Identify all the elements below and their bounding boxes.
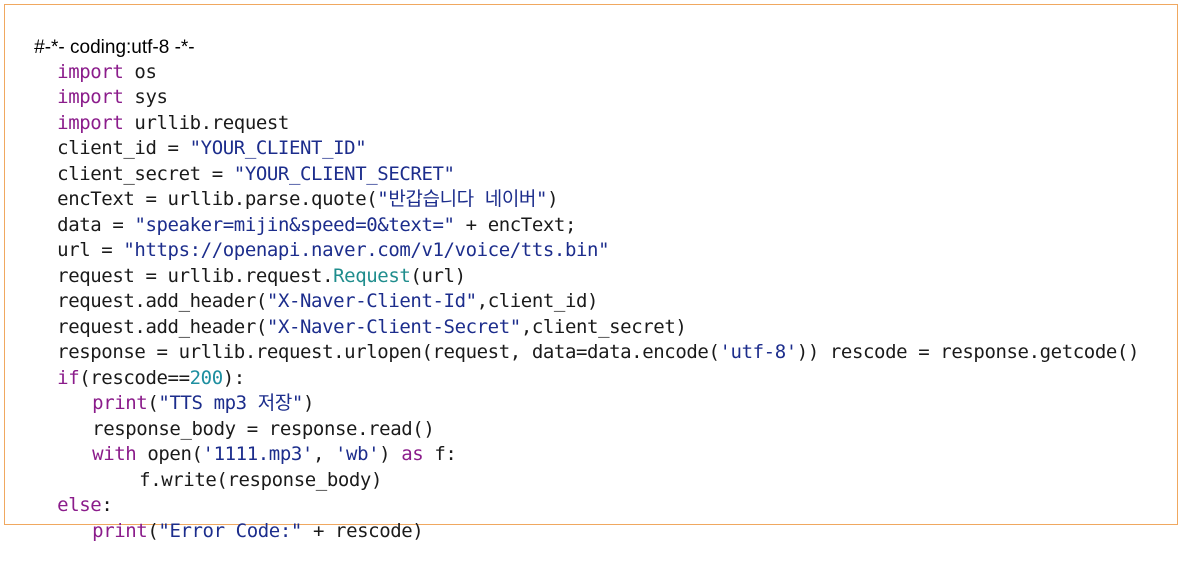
code-line-18: f.write(response_body): [95, 443, 382, 491]
code-token: )) rescode = response.getcode(): [796, 341, 1140, 363]
code-line-15: print("TTS mp3 저장"): [48, 366, 314, 414]
code-line-1: #-*- coding:utf-8 -*-: [13, 10, 195, 58]
code-token: ): [379, 443, 402, 465]
code-line-3: import sys: [13, 60, 168, 108]
code-line-12: request.add_header("X-Naver-Client-Secre…: [13, 290, 687, 338]
code-line-17: with open('1111.mp3', 'wb') as f:: [48, 417, 457, 465]
code-line-14: if(rescode==200):: [13, 341, 245, 389]
code-token: + rescode): [301, 520, 424, 542]
code-token: f.write(response_body): [139, 469, 383, 491]
code-token: f:: [423, 443, 457, 465]
code-line-2: import os: [13, 35, 157, 83]
code-line-13: response = urllib.request.urlopen(reques…: [13, 315, 1139, 363]
code-line-7: encText = urllib.parse.quote("반갑습니다 네이버"…: [13, 162, 558, 210]
code-token: (: [147, 520, 159, 542]
code-line-5: client_id = "YOUR_CLIENT_ID": [13, 111, 366, 159]
code-line-11: request.add_header("X-Naver-Client-Id",c…: [13, 264, 598, 312]
code-token: 'utf-8': [719, 341, 798, 363]
code-line-4: import urllib.request: [13, 86, 289, 134]
code-line-6: client_secret = "YOUR_CLIENT_SECRET": [13, 137, 455, 185]
code-line-8: data = "speaker=mijin&speed=0&text=" + e…: [13, 188, 576, 236]
code-token: print: [92, 520, 148, 542]
code-line-20: print("Error Code:" + rescode): [48, 494, 424, 542]
code-line-10: request = urllib.request.Request(url): [13, 239, 466, 287]
code-line-9: url = "https://openapi.naver.com/v1/voic…: [13, 213, 609, 261]
code-block: #-*- coding:utf-8 -*- import os import s…: [4, 4, 1178, 542]
code-line-19: else:: [13, 468, 113, 516]
code-token: "Error Code:": [158, 520, 302, 542]
code-token: as: [401, 443, 424, 465]
code-line-16: response_body = response.read(): [48, 392, 435, 440]
